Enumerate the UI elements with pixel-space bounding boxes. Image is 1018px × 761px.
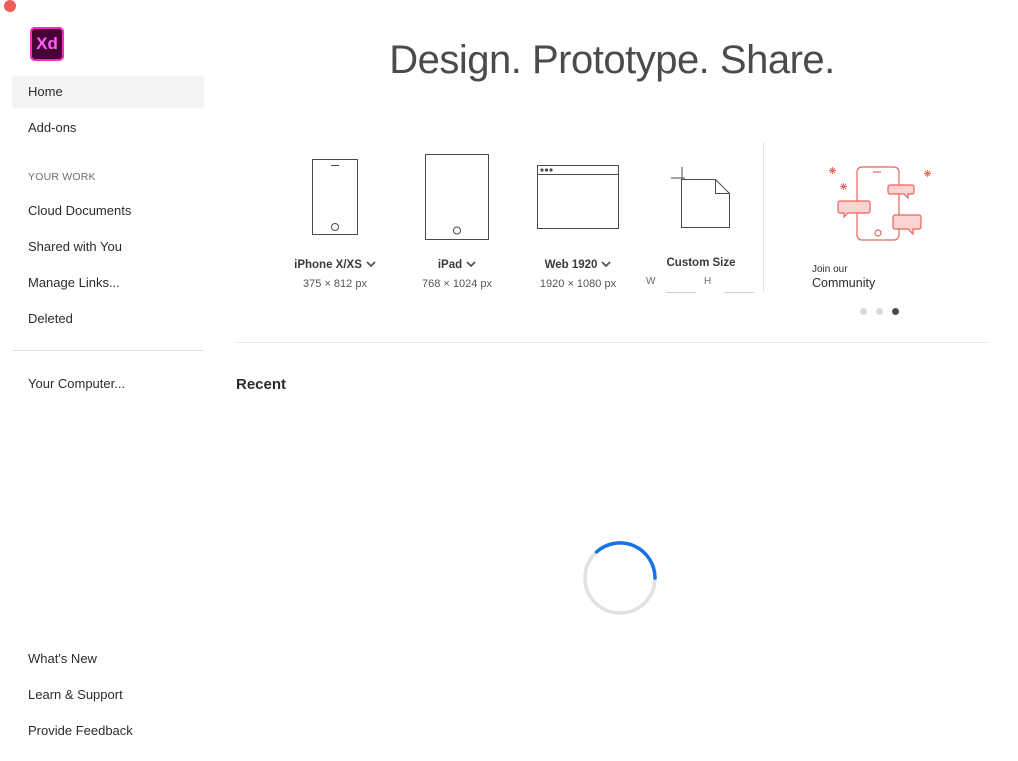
preset-ipad-name: iPad <box>437 259 463 271</box>
height-label: H <box>704 276 712 287</box>
preset-iphone[interactable]: iPhone X/XS 375 × 812 px <box>290 150 380 290</box>
preset-iphone-size: 375 × 812 px <box>303 278 367 290</box>
preset-web-size: 1920 × 1080 px <box>539 278 617 290</box>
chevron-down-icon[interactable] <box>601 260 612 271</box>
carousel-dot-3[interactable] <box>892 308 899 315</box>
sidebar-item-add-ons[interactable]: Add-ons <box>12 112 204 144</box>
community-illustration[interactable] <box>812 158 942 248</box>
sidebar-item-manage-links[interactable]: Manage Links... <box>12 267 204 299</box>
community-caption: Join our <box>812 264 848 275</box>
preset-web[interactable]: Web 1920 1920 × 1080 px <box>530 150 626 290</box>
phone-icon <box>290 150 380 242</box>
sidebar-item-your-computer[interactable]: Your Computer... <box>12 368 204 400</box>
browser-icon <box>530 150 626 242</box>
section-divider <box>236 342 988 343</box>
xd-logo: Xd <box>30 27 64 61</box>
preset-custom-size[interactable]: Custom Size <box>656 150 746 269</box>
carousel-dot-1[interactable] <box>860 308 867 315</box>
custom-document-icon <box>656 150 746 242</box>
custom-size-fields: W H <box>646 276 756 294</box>
chevron-down-icon[interactable] <box>466 260 476 271</box>
loading-spinner-icon <box>582 540 658 616</box>
carousel-dot-2[interactable] <box>876 308 883 315</box>
sidebar-item-cloud-documents[interactable]: Cloud Documents <box>12 195 204 227</box>
height-input[interactable] <box>724 276 754 293</box>
sidebar-item-shared-with-you[interactable]: Shared with You <box>12 231 204 263</box>
preset-web-name: Web 1920 <box>544 259 598 271</box>
sidebar-divider <box>12 350 204 351</box>
presets-separator <box>763 142 764 292</box>
sidebar-item-home[interactable]: Home <box>12 76 204 108</box>
carousel-pagination <box>860 302 908 315</box>
recent-heading: Recent <box>236 376 287 393</box>
sidebar-item-learn-support[interactable]: Learn & Support <box>12 679 204 711</box>
preset-iphone-name: iPhone X/XS <box>294 259 362 271</box>
custom-size-label: Custom Size <box>666 257 736 269</box>
your-work-section-label: YOUR WORK <box>28 171 96 183</box>
preset-ipad-size: 768 × 1024 px <box>421 278 493 290</box>
chevron-down-icon[interactable] <box>366 260 376 271</box>
page-headline: Design. Prototype. Share. <box>389 38 835 82</box>
width-label: W <box>646 276 656 287</box>
tablet-icon <box>412 150 502 242</box>
width-input[interactable] <box>666 276 696 293</box>
sidebar: Xd Home Add-ons YOUR WORK Cloud Document… <box>0 0 216 761</box>
sidebar-item-whats-new[interactable]: What's New <box>12 643 204 675</box>
community-title[interactable]: Community <box>812 276 875 290</box>
preset-ipad[interactable]: iPad 768 × 1024 px <box>412 150 502 290</box>
sidebar-item-provide-feedback[interactable]: Provide Feedback <box>12 715 204 747</box>
app-window: Xd Home Add-ons YOUR WORK Cloud Document… <box>0 0 1018 761</box>
sidebar-item-deleted[interactable]: Deleted <box>12 303 204 335</box>
